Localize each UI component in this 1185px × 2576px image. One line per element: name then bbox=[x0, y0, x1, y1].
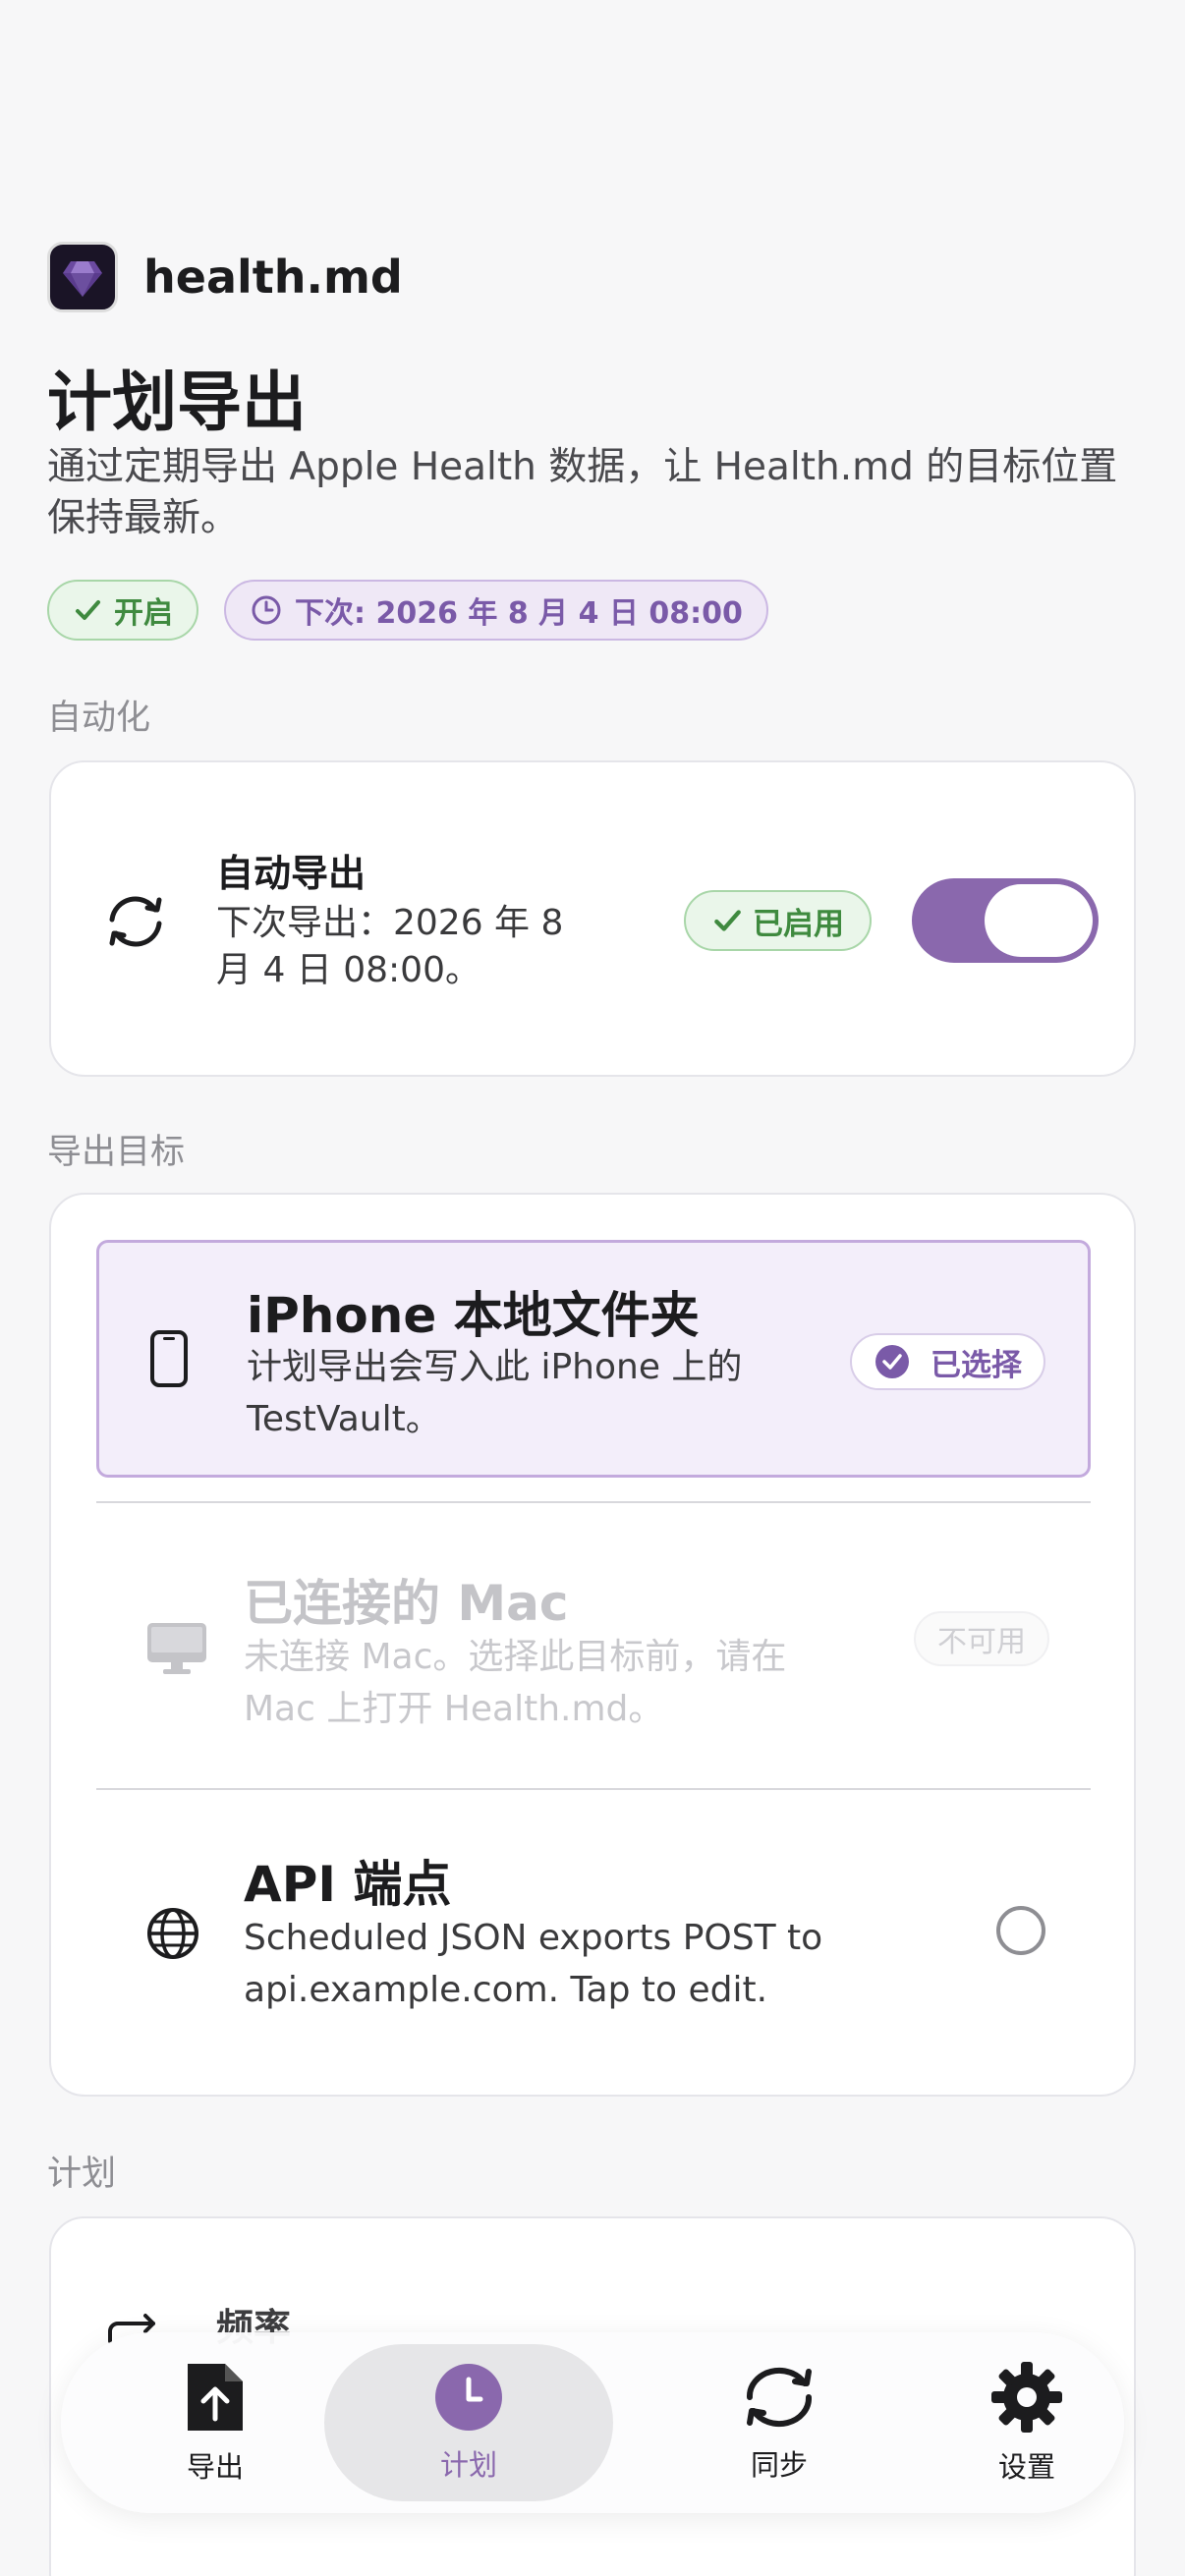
tab-sync[interactable]: 同步 bbox=[656, 2332, 902, 2513]
next-export-chip-label: 下次: 2026 年 8 月 4 日 08:00 bbox=[295, 596, 743, 631]
selected-badge-label: 已选择 bbox=[931, 1347, 1022, 1383]
selected-badge: 已选择 bbox=[850, 1333, 1045, 1390]
tab-settings[interactable]: 设置 bbox=[904, 2332, 1150, 2513]
auto-export-title: 自动导出 bbox=[216, 852, 367, 895]
gear-icon bbox=[991, 2362, 1062, 2433]
tab-schedule[interactable]: 计划 bbox=[324, 2344, 613, 2501]
check-icon bbox=[76, 600, 100, 620]
target-api-radio[interactable] bbox=[996, 1906, 1045, 1955]
toggle-knob bbox=[985, 884, 1093, 957]
target-iphone[interactable]: iPhone 本地文件夹 计划导出会写入此 iPhone 上的 TestVaul… bbox=[96, 1240, 1091, 1478]
enabled-badge-label: 已启用 bbox=[753, 906, 844, 942]
tab-export-label: 导出 bbox=[186, 2450, 244, 2484]
target-mac-subtitle: 未连接 Mac。选择此目标前，请在 Mac 上打开 Health.md。 bbox=[244, 1637, 787, 1729]
app-name: health.md bbox=[143, 251, 403, 304]
app-logo-icon bbox=[47, 242, 118, 312]
globe-icon bbox=[147, 1908, 198, 1959]
page-subtitle: 通过定期导出 Apple Health 数据，让 Health.md 的目标位置… bbox=[47, 445, 1118, 540]
section-label-automation: 自动化 bbox=[47, 699, 151, 738]
section-label-schedule: 计划 bbox=[47, 2155, 117, 2194]
status-chips: 开启 下次: 2026 年 8 月 4 日 08:00 bbox=[47, 580, 768, 641]
enabled-badge: 已启用 bbox=[684, 890, 872, 951]
page-title: 计划导出 bbox=[47, 364, 307, 440]
tab-export[interactable]: 导出 bbox=[92, 2332, 338, 2513]
unavailable-badge: 不可用 bbox=[914, 1611, 1049, 1666]
section-label-targets: 导出目标 bbox=[47, 1133, 186, 1172]
app-header: health.md bbox=[47, 242, 403, 312]
clock-icon bbox=[435, 2364, 502, 2431]
check-icon bbox=[714, 910, 741, 931]
enabled-chip-label: 开启 bbox=[114, 596, 173, 631]
target-mac[interactable]: 已连接的 Mac 未连接 Mac。选择此目标前，请在 Mac 上打开 Healt… bbox=[96, 1503, 1091, 1788]
auto-export-subtitle: 下次导出：2026 年 8 月 4 日 08:00。 bbox=[216, 903, 564, 990]
tab-schedule-label: 计划 bbox=[439, 2448, 497, 2482]
checkmark-circle-icon bbox=[875, 1345, 909, 1378]
mac-icon bbox=[147, 1623, 206, 1674]
targets-card: iPhone 本地文件夹 计划导出会写入此 iPhone 上的 TestVaul… bbox=[49, 1193, 1136, 2097]
sync-icon bbox=[109, 896, 162, 947]
clock-icon bbox=[252, 595, 281, 625]
sync-icon bbox=[746, 2367, 813, 2428]
target-iphone-title: iPhone 本地文件夹 bbox=[247, 1287, 700, 1344]
tab-bar: 导出 计划 同步 设置 bbox=[61, 2332, 1124, 2513]
target-iphone-subtitle: 计划导出会写入此 iPhone 上的 TestVault。 bbox=[247, 1347, 743, 1439]
target-mac-title: 已连接的 Mac bbox=[244, 1575, 569, 1632]
next-export-chip: 下次: 2026 年 8 月 4 日 08:00 bbox=[224, 580, 768, 641]
enabled-chip: 开启 bbox=[47, 580, 198, 641]
auto-export-toggle[interactable] bbox=[912, 878, 1099, 963]
automation-card: 自动导出 下次导出：2026 年 8 月 4 日 08:00。 已启用 bbox=[49, 760, 1136, 1077]
tab-sync-label: 同步 bbox=[750, 2448, 808, 2482]
tab-settings-label: 设置 bbox=[997, 2450, 1055, 2484]
target-api[interactable]: API 端点 Scheduled JSON exports POST to ap… bbox=[96, 1790, 1091, 2075]
target-api-title: API 端点 bbox=[244, 1856, 452, 1913]
target-api-subtitle: Scheduled JSON exports POST to api.examp… bbox=[244, 1918, 823, 2010]
iphone-icon bbox=[150, 1330, 188, 1387]
export-doc-icon bbox=[188, 2364, 243, 2431]
